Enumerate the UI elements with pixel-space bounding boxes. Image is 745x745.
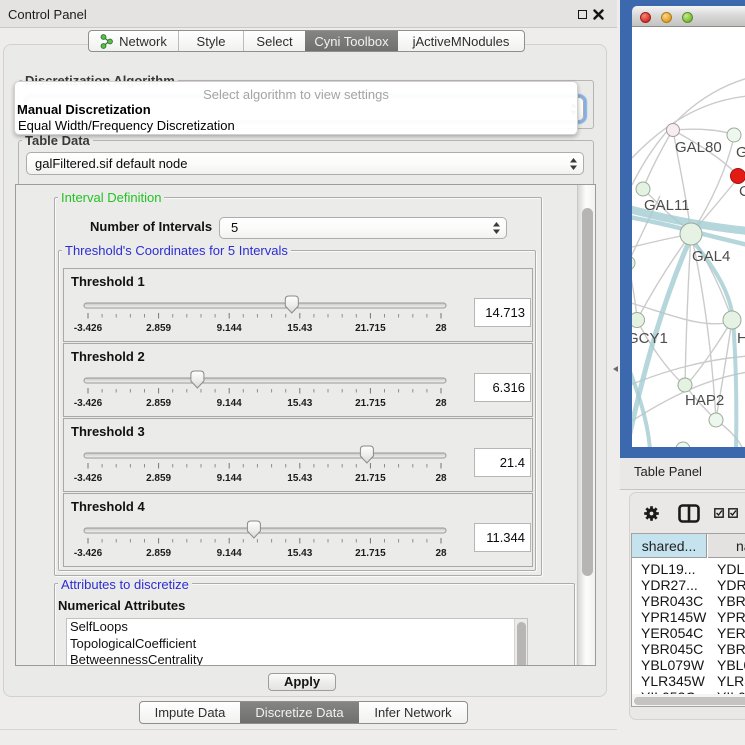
svg-text:-3.426: -3.426 bbox=[74, 548, 103, 559]
svg-text:21.715: 21.715 bbox=[355, 473, 386, 484]
svg-text:9.144: 9.144 bbox=[217, 473, 242, 484]
svg-text:-3.426: -3.426 bbox=[74, 323, 103, 334]
svg-text:15.43: 15.43 bbox=[287, 473, 312, 484]
svg-text:2.859: 2.859 bbox=[146, 398, 171, 409]
svg-text:21.715: 21.715 bbox=[355, 548, 386, 559]
svg-text:GAL11: GAL11 bbox=[644, 197, 690, 214]
svg-text:2.859: 2.859 bbox=[146, 473, 171, 484]
svg-text:28: 28 bbox=[435, 323, 447, 334]
svg-text:21.715: 21.715 bbox=[355, 323, 386, 334]
svg-text:-3.426: -3.426 bbox=[74, 398, 103, 409]
svg-text:9.144: 9.144 bbox=[217, 548, 242, 559]
svg-text:GA: GA bbox=[736, 144, 745, 161]
svg-text:15.43: 15.43 bbox=[287, 398, 312, 409]
svg-text:15.43: 15.43 bbox=[287, 548, 312, 559]
svg-text:HAP2: HAP2 bbox=[685, 392, 724, 409]
svg-text:28: 28 bbox=[435, 548, 447, 559]
svg-text:-3.426: -3.426 bbox=[74, 473, 103, 484]
svg-text:28: 28 bbox=[435, 473, 447, 484]
svg-text:H: H bbox=[737, 330, 745, 347]
svg-text:15.43: 15.43 bbox=[287, 323, 312, 334]
svg-text:C: C bbox=[739, 183, 745, 200]
svg-text:GCY1: GCY1 bbox=[632, 330, 668, 347]
svg-text:9.144: 9.144 bbox=[217, 398, 242, 409]
svg-text:GAL4: GAL4 bbox=[692, 248, 730, 265]
svg-text:2.859: 2.859 bbox=[146, 323, 171, 334]
svg-text:9.144: 9.144 bbox=[217, 323, 242, 334]
svg-text:21.715: 21.715 bbox=[355, 398, 386, 409]
svg-text:28: 28 bbox=[435, 398, 447, 409]
svg-text:2.859: 2.859 bbox=[146, 548, 171, 559]
svg-text:GAL80: GAL80 bbox=[675, 139, 722, 156]
